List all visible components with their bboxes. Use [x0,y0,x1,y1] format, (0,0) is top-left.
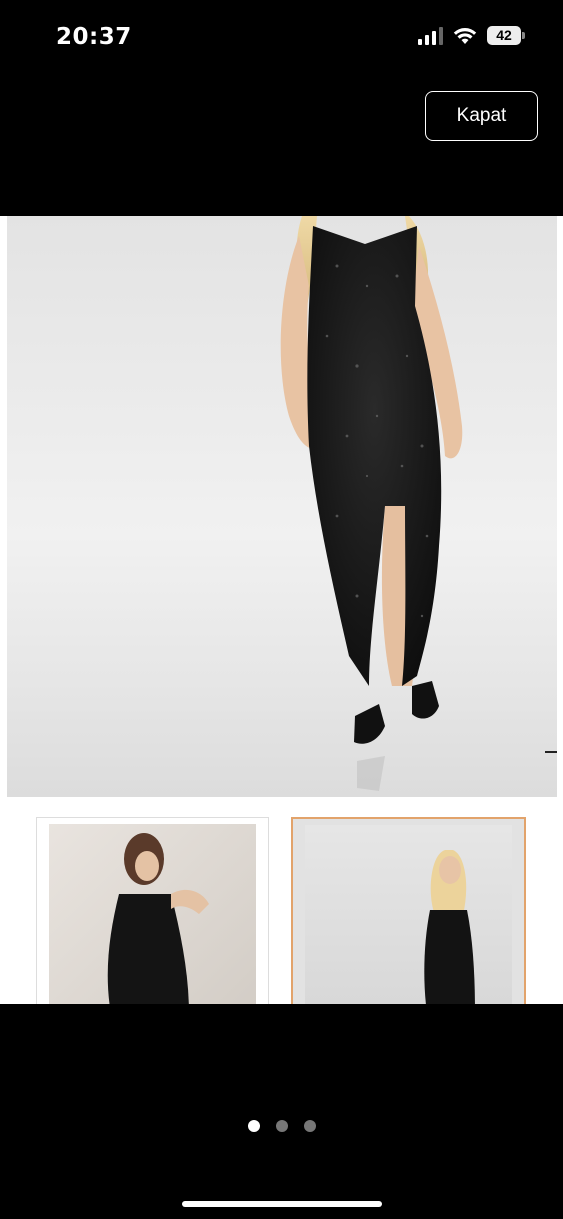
wifi-icon [453,27,477,44]
status-icons: 42 [418,26,525,45]
page-dot-2[interactable] [275,1120,288,1132]
thumbnail-1[interactable] [36,817,269,1004]
battery-icon: 42 [487,26,525,45]
thumbnail-1-illustration [107,833,209,1004]
status-time: 20:37 [56,24,132,50]
thumbnail-2-selected[interactable] [291,817,526,1004]
signal-icon [418,26,443,45]
page-dot-1[interactable] [247,1120,260,1132]
status-bar: 20:37 42 [0,0,563,80]
battery-level: 42 [487,26,521,45]
main-product-photo[interactable] [7,216,557,797]
close-button[interactable]: Kapat [425,91,538,141]
page-dot-3[interactable] [303,1120,316,1132]
product-image-viewer [0,216,563,1004]
thumbnail-2-illustration [424,850,475,1004]
home-indicator[interactable] [182,1201,382,1207]
page-indicator [0,1120,563,1132]
scroll-indicator [545,751,557,753]
dress-photo-illustration [280,216,463,791]
